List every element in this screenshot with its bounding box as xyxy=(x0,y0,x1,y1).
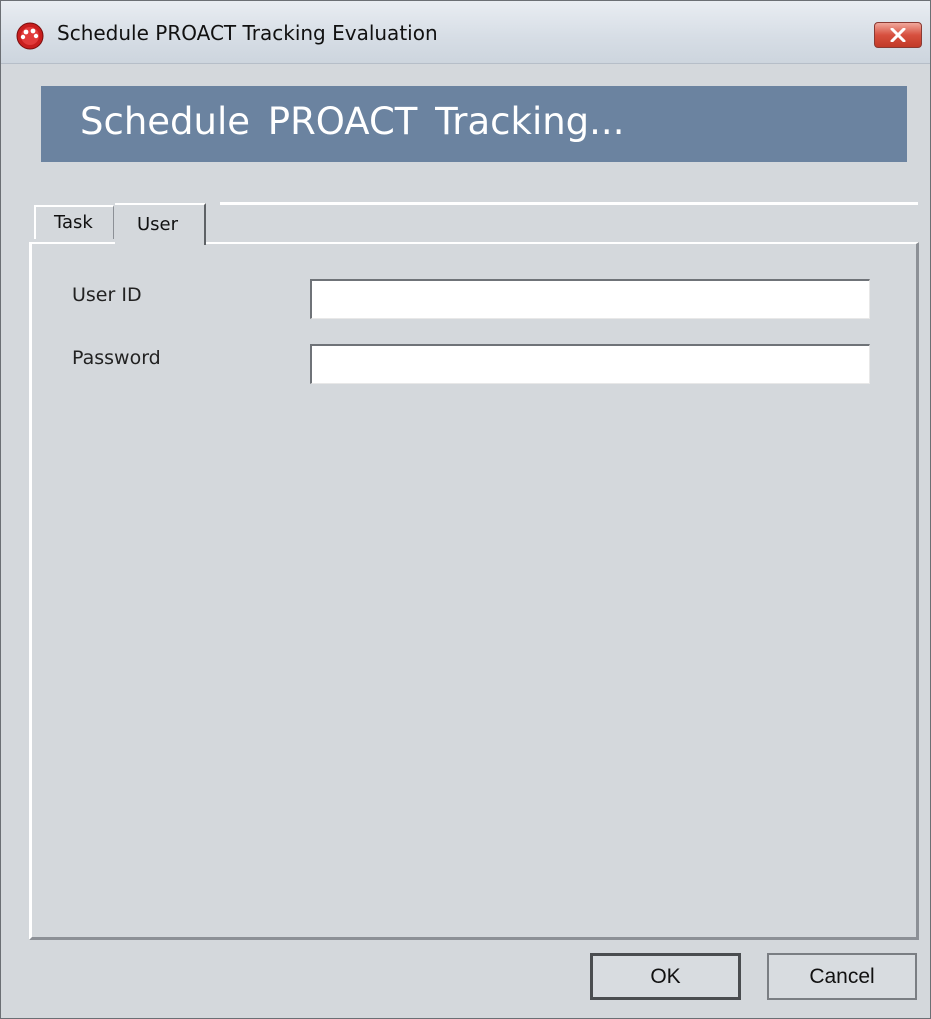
cancel-button[interactable]: Cancel xyxy=(767,953,917,1000)
password-label: Password xyxy=(72,347,161,369)
dialog-window: Schedule PROACT Tracking Evaluation Sche… xyxy=(0,0,931,1019)
header-banner: Schedule PROACT Tracking... xyxy=(41,86,907,162)
tab-user-label: User xyxy=(137,214,179,235)
user-id-input[interactable] xyxy=(310,279,870,319)
password-input[interactable] xyxy=(310,344,870,384)
user-tab-panel: User ID Password xyxy=(29,242,919,940)
user-id-label: User ID xyxy=(72,284,142,306)
close-icon xyxy=(890,28,906,42)
tab-strip-divider xyxy=(220,202,918,205)
banner-title: Schedule PROACT Tracking... xyxy=(80,100,625,143)
tab-task-label: Task xyxy=(54,212,93,233)
proact-app-icon xyxy=(16,22,44,50)
ok-button[interactable]: OK xyxy=(590,953,741,1000)
window-title: Schedule PROACT Tracking Evaluation xyxy=(57,21,438,45)
close-button[interactable] xyxy=(874,22,922,48)
title-bar[interactable]: Schedule PROACT Tracking Evaluation xyxy=(1,1,930,64)
tab-task[interactable]: Task xyxy=(34,205,114,239)
tab-user[interactable]: User xyxy=(115,203,206,245)
